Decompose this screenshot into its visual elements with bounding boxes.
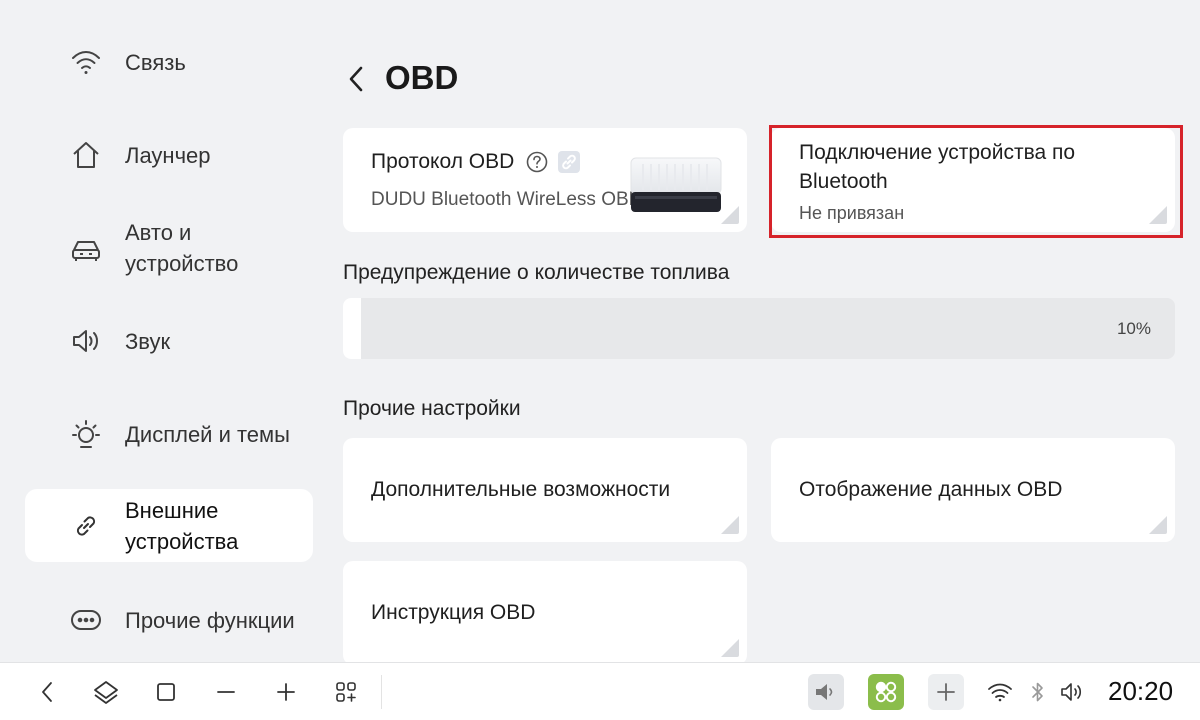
- fuel-warning-slider-fill: [343, 298, 362, 359]
- brightness-icon: [69, 417, 103, 451]
- volume-tile-icon: [816, 684, 833, 700]
- extra-features-card[interactable]: Дополнительные возможности: [343, 438, 747, 542]
- taskbar-wifi-status[interactable]: [983, 675, 1017, 709]
- sidebar-item-label: Прочие функции: [125, 607, 295, 633]
- bluetooth-connection-status: Не привязан: [799, 203, 905, 223]
- wifi-icon: [69, 45, 103, 79]
- sidebar-item-car-device[interactable]: Авто и устройство: [25, 216, 313, 280]
- add-tile-button[interactable]: [928, 674, 964, 710]
- help-icon[interactable]: [526, 151, 548, 173]
- sidebar-item-label: Лаунчер: [125, 142, 211, 168]
- add-tile-icon: [937, 683, 955, 701]
- corner-indicator: [721, 206, 739, 224]
- taskbar-minus-button[interactable]: [209, 675, 243, 709]
- home-icon: [94, 681, 118, 704]
- taskbar-volume-status[interactable]: [1055, 675, 1089, 709]
- link-icon: [558, 151, 581, 173]
- taskbar-recents-button[interactable]: [149, 675, 183, 709]
- chevron-left-icon: [349, 66, 363, 92]
- bluetooth-connection-title: Подключение устройства по Bluetooth: [799, 141, 1076, 193]
- fuel-warning-heading: Предупреждение о количестве топлива: [343, 261, 730, 284]
- obd-guide-card[interactable]: Инструкция OBD: [343, 561, 747, 665]
- taskbar-home-button[interactable]: [89, 675, 123, 709]
- obd-guide-label: Инструкция OBD: [371, 601, 536, 624]
- plus-icon: [277, 683, 295, 701]
- taskbar: 20:20: [0, 662, 1200, 720]
- sidebar: Связь Лаунчер Авто и устройство Звук Дис…: [0, 0, 330, 662]
- obd-display-card[interactable]: Отображение данных OBD: [771, 438, 1175, 542]
- obd-protocol-title: Протокол OBD: [371, 150, 515, 173]
- obd-display-label: Отображение данных OBD: [799, 478, 1063, 501]
- volume-icon: [1061, 683, 1082, 701]
- speaker-icon: [69, 324, 103, 358]
- app-tile-button[interactable]: [868, 674, 904, 710]
- app-tile-icon: [875, 681, 897, 703]
- sidebar-item-external-devices[interactable]: Внешние устройства: [25, 489, 313, 562]
- corner-indicator: [721, 639, 739, 657]
- home-icon: [69, 138, 103, 172]
- page-title: OBD: [385, 59, 459, 96]
- obd-device-image: [629, 156, 723, 214]
- sidebar-item-label: Внешние устройства: [125, 497, 239, 554]
- fuel-warning-value: 10%: [1116, 319, 1151, 338]
- taskbar-back-button[interactable]: [30, 675, 64, 709]
- taskbar-separator: [381, 675, 382, 709]
- extra-features-label: Дополнительные возможности: [371, 478, 671, 501]
- more-icon: [69, 603, 103, 637]
- sidebar-item-launcher[interactable]: Лаунчер: [25, 129, 313, 181]
- sidebar-item-other-functions[interactable]: Прочие функции: [25, 588, 313, 652]
- minus-icon: [217, 691, 235, 693]
- taskbar-bluetooth-status[interactable]: [1021, 675, 1055, 709]
- corner-indicator: [721, 516, 739, 534]
- sidebar-item-label: Связь: [125, 49, 186, 75]
- bluetooth-connection-card[interactable]: Подключение устройства по Bluetooth Не п…: [771, 128, 1175, 232]
- obd-protocol-subtitle: DUDU Bluetooth WireLess OBD: [371, 189, 643, 210]
- apps-grid-icon: [336, 682, 356, 702]
- volume-tile-button[interactable]: [808, 674, 844, 710]
- clock: 20:20: [1108, 676, 1174, 706]
- back-button[interactable]: [340, 60, 372, 98]
- corner-indicator: [1149, 516, 1167, 534]
- fuel-warning-slider[interactable]: 10%: [343, 298, 1175, 359]
- sidebar-item-label: Авто и устройство: [125, 220, 239, 276]
- corner-indicator: [1149, 206, 1167, 224]
- bluetooth-icon: [1032, 682, 1043, 702]
- taskbar-plus-button[interactable]: [269, 675, 303, 709]
- back-icon: [42, 682, 52, 702]
- car-icon: [69, 231, 103, 265]
- recents-icon: [157, 683, 175, 701]
- taskbar-apps-button[interactable]: [329, 675, 363, 709]
- obd-protocol-card[interactable]: Протокол OBD DUDU Bluetooth WireLess OBD: [343, 128, 747, 232]
- sidebar-item-display-themes[interactable]: Дисплей и темы: [25, 402, 313, 466]
- other-settings-heading: Прочие настройки: [343, 397, 521, 420]
- sidebar-item-label: Дисплей и темы: [125, 421, 290, 447]
- sidebar-item-sound[interactable]: Звук: [25, 315, 313, 367]
- link-icon: [69, 509, 103, 543]
- sidebar-item-connection[interactable]: Связь: [25, 36, 313, 88]
- sidebar-item-label: Звук: [125, 328, 171, 354]
- wifi-icon: [988, 683, 1012, 702]
